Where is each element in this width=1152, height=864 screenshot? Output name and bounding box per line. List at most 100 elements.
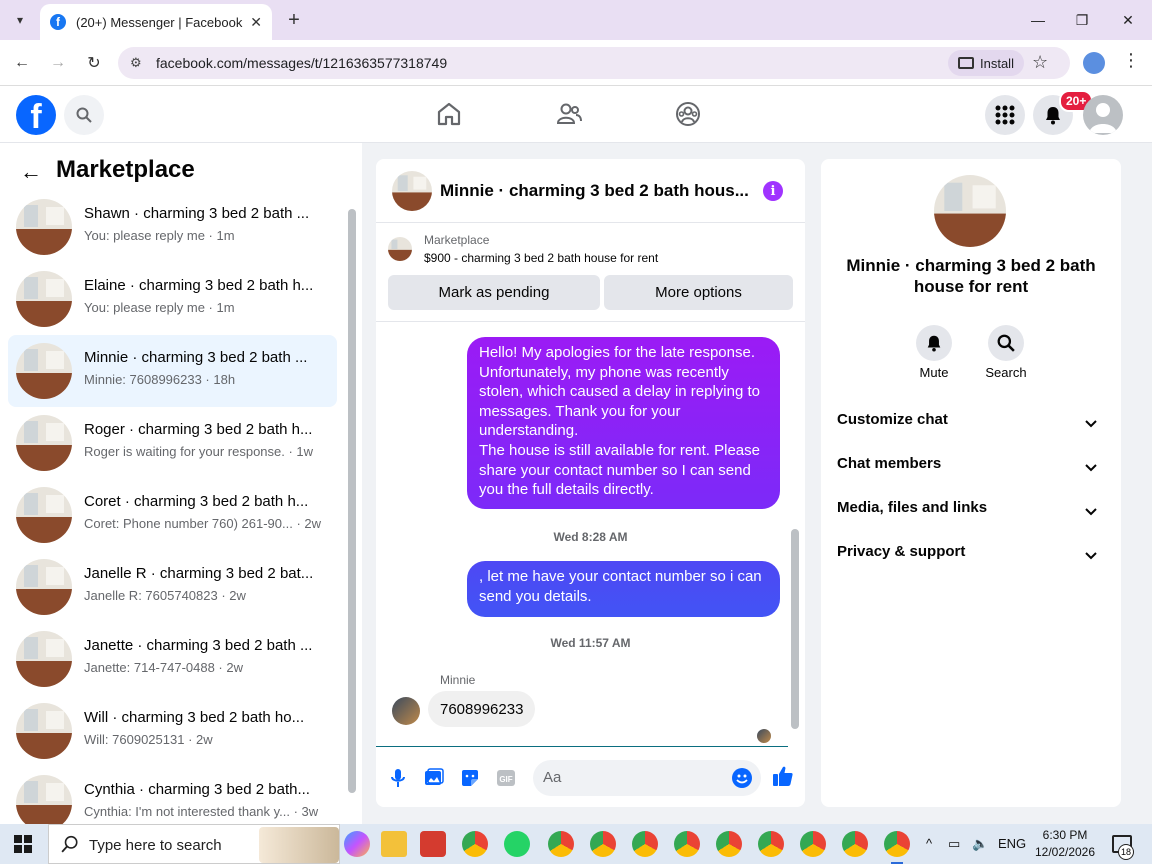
taskbar-clock[interactable]: 6:30 PM 12/02/2026	[1030, 827, 1100, 861]
browser-menu-icon[interactable]: ⋮	[1122, 50, 1140, 71]
browser-profile-avatar[interactable]	[1083, 52, 1105, 74]
sender-avatar[interactable]	[392, 697, 420, 725]
message-line: , let me have your contact number so i c…	[479, 568, 762, 585]
photo-icon[interactable]	[423, 767, 445, 789]
account-avatar[interactable]	[1083, 95, 1123, 135]
scrollbar-thumb[interactable]	[348, 209, 356, 793]
more-options-button[interactable]: More options	[604, 275, 793, 310]
chrome-icon[interactable]	[632, 831, 658, 857]
gif-icon[interactable]: GIF	[495, 767, 517, 789]
chat-listing-thumbnail[interactable]	[392, 171, 432, 211]
chat-list-scrollbar[interactable]	[348, 195, 356, 795]
menu-grid-button[interactable]	[985, 95, 1025, 135]
forward-button[interactable]: →	[46, 51, 70, 75]
listing-photo[interactable]	[934, 175, 1006, 247]
chevron-down-icon	[1085, 503, 1097, 520]
home-icon[interactable]	[435, 100, 463, 128]
app-icon[interactable]	[420, 831, 446, 857]
info-icon[interactable]: i	[763, 181, 783, 201]
minimize-button[interactable]: —	[1024, 8, 1052, 32]
chrome-icon[interactable]	[674, 831, 700, 857]
reload-button[interactable]: ↻	[82, 51, 106, 75]
url-text[interactable]: facebook.com/messages/t/1216363577318749	[156, 55, 447, 71]
listing-title[interactable]: $900 - charming 3 bed 2 bath house for r…	[424, 251, 658, 265]
media-files-links-section[interactable]: Media, files and links	[837, 499, 1105, 523]
conversation-preview: Janelle R: 7605740823 · 2w	[84, 588, 246, 603]
conversation-item[interactable]: Cynthia · charming 3 bed 2 bath... Cynth…	[8, 767, 337, 824]
language-indicator[interactable]: ENG	[998, 836, 1026, 851]
mute-button[interactable]	[916, 325, 952, 361]
conversation-name: Roger · charming 3 bed 2 bath h...	[84, 421, 313, 438]
conversation-item[interactable]: Janette · charming 3 bed 2 bath ... Jane…	[8, 623, 337, 695]
conversation-item[interactable]: Elaine · charming 3 bed 2 bath h... You:…	[8, 263, 337, 335]
search-in-conversation-button[interactable]	[988, 325, 1024, 361]
conversation-item[interactable]: Will · charming 3 bed 2 bath ho... Will:…	[8, 695, 337, 767]
outgoing-message[interactable]: , let me have your contact number so i c…	[467, 561, 780, 617]
incoming-message[interactable]: 7608996233	[428, 691, 536, 727]
chat-members-section[interactable]: Chat members	[837, 455, 1105, 479]
chrome-icon[interactable]	[842, 831, 868, 857]
facebook-search-button[interactable]	[64, 95, 104, 135]
chevron-down-icon	[1085, 415, 1097, 432]
message-line: stolen, which caused a delay in replying…	[479, 383, 761, 401]
address-bar-row: ← → ↻ ⚙ facebook.com/messages/t/12163635…	[0, 40, 1152, 86]
volume-icon[interactable]: 🔈	[972, 836, 988, 852]
privacy-support-section[interactable]: Privacy & support	[837, 543, 1105, 567]
scrollbar-thumb[interactable]	[791, 529, 799, 729]
windows-start-icon[interactable]	[14, 835, 32, 853]
notification-count: 18	[1118, 844, 1134, 860]
chat-title[interactable]: Minnie · charming 3 bed 2 bath hous...	[440, 181, 749, 201]
message-line: share your contact number so I can send	[479, 461, 751, 479]
copilot-icon[interactable]	[344, 831, 370, 857]
omnibox[interactable]: ⚙ facebook.com/messages/t/12163635773187…	[118, 47, 1070, 79]
chat-scrollbar[interactable]	[791, 324, 799, 734]
windows-taskbar: Type here to search ^ ▭ 🔈 ENG 6:30 PM 12…	[0, 824, 1152, 864]
chrome-icon[interactable]	[800, 831, 826, 857]
chat-header: Minnie · charming 3 bed 2 bath hous... i	[376, 159, 805, 223]
facebook-top-nav: f 20+	[0, 86, 1152, 143]
conversation-item[interactable]: Coret · charming 3 bed 2 bath h... Coret…	[8, 479, 337, 551]
back-button[interactable]: ←	[10, 51, 34, 75]
tab-close-icon[interactable]: ✕	[250, 14, 262, 31]
back-arrow-icon[interactable]: ←	[20, 159, 42, 185]
conversation-name: Minnie · charming 3 bed 2 bath ...	[84, 349, 308, 366]
conversation-item-active[interactable]: Minnie · charming 3 bed 2 bath ... Minni…	[8, 335, 337, 407]
show-hidden-icons-chevron-icon[interactable]: ^	[926, 836, 932, 851]
emoji-icon[interactable]	[732, 768, 752, 788]
taskbar-search-placeholder: Type here to search	[89, 837, 222, 854]
like-thumb-icon[interactable]	[772, 765, 794, 787]
customize-chat-section[interactable]: Customize chat	[837, 411, 1105, 435]
close-window-button[interactable]: ✕	[1114, 8, 1142, 32]
conversation-item[interactable]: Roger · charming 3 bed 2 bath h... Roger…	[8, 407, 337, 479]
chrome-icon[interactable]	[758, 831, 784, 857]
install-app-button[interactable]: Install	[948, 50, 1024, 76]
site-info-icon[interactable]: ⚙	[130, 55, 142, 71]
maximize-button[interactable]: ❐	[1068, 8, 1096, 32]
message-input[interactable]: Aa	[533, 760, 761, 796]
chrome-icon-active[interactable]	[884, 831, 910, 857]
tab-search-dropdown[interactable]: ▾	[8, 8, 32, 32]
facebook-favicon-icon: f	[50, 14, 66, 30]
network-icon[interactable]: ▭	[948, 836, 960, 852]
browser-tab-messenger[interactable]: f (20+) Messenger | Facebook ✕	[40, 4, 272, 40]
whatsapp-icon[interactable]	[504, 831, 530, 857]
facebook-logo-icon[interactable]: f	[16, 95, 56, 135]
listing-thumbnail	[16, 559, 72, 615]
groups-icon[interactable]	[674, 100, 702, 128]
taskbar-search-box[interactable]: Type here to search	[48, 824, 340, 864]
chrome-icon[interactable]	[590, 831, 616, 857]
conversation-item[interactable]: Janelle R · charming 3 bed 2 bat... Jane…	[8, 551, 337, 623]
friends-icon[interactable]	[555, 100, 583, 128]
microphone-icon[interactable]	[387, 767, 409, 789]
chrome-icon[interactable]	[716, 831, 742, 857]
new-tab-button[interactable]: +	[282, 8, 306, 32]
chrome-icon[interactable]	[462, 831, 488, 857]
outgoing-message[interactable]: Hello! My apologies for the late respons…	[467, 337, 780, 509]
file-explorer-icon[interactable]	[381, 831, 407, 857]
mark-as-pending-button[interactable]: Mark as pending	[388, 275, 600, 310]
sticker-icon[interactable]	[459, 767, 481, 789]
conversation-name: Cynthia · charming 3 bed 2 bath...	[84, 781, 310, 798]
conversation-item[interactable]: Shawn · charming 3 bed 2 bath ... You: p…	[8, 191, 337, 263]
bookmark-star-icon[interactable]: ☆	[1032, 52, 1048, 73]
chrome-icon[interactable]	[548, 831, 574, 857]
